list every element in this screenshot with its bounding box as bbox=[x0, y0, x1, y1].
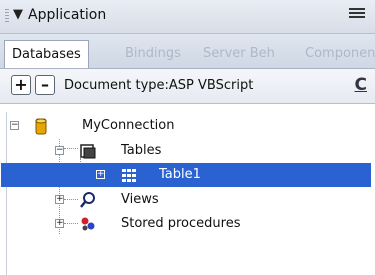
drag-grip-icon[interactable] bbox=[5, 9, 9, 23]
application-panel: ▼ Application Databases Bindings Server … bbox=[0, 0, 375, 275]
table-icon bbox=[122, 169, 136, 182]
panel-tabs: Databases Bindings Server Beh Component bbox=[0, 34, 375, 69]
panel-title-bar[interactable]: ▼ Application bbox=[0, 0, 375, 34]
tree-item-myconnection[interactable]: − MyConnection bbox=[7, 114, 370, 138]
collapse-toggle-icon[interactable]: − bbox=[10, 121, 19, 130]
tree-item-tables[interactable]: − Tables bbox=[7, 139, 370, 163]
tree-item-label: Stored procedures bbox=[121, 216, 241, 231]
add-button[interactable]: + bbox=[11, 75, 31, 95]
tab-bindings[interactable]: Bindings bbox=[118, 40, 188, 67]
tree-item-label: Table1 bbox=[159, 167, 201, 182]
tree-item-label: Views bbox=[121, 192, 159, 207]
database-tree: − MyConnection − Tables + Table1 + Views… bbox=[1, 112, 371, 275]
document-type-label: Document type:ASP VBScript bbox=[64, 78, 254, 93]
tables-icon bbox=[80, 144, 96, 159]
collapse-arrow-icon[interactable]: ▼ bbox=[13, 7, 23, 22]
tab-server-behaviors[interactable]: Server Beh bbox=[196, 40, 282, 67]
tree-item-label: MyConnection bbox=[82, 118, 175, 133]
stored-procedures-icon bbox=[81, 217, 95, 231]
collapse-toggle-icon[interactable]: − bbox=[55, 146, 64, 155]
panel-title: Application bbox=[28, 7, 107, 23]
expand-toggle-icon[interactable]: + bbox=[55, 219, 64, 228]
tree-item-stored-procedures[interactable]: + Stored procedures bbox=[7, 212, 370, 236]
expand-toggle-icon[interactable]: + bbox=[96, 170, 105, 179]
remove-button[interactable]: – bbox=[35, 75, 55, 95]
tree-item-table1[interactable]: + Table1 bbox=[1, 163, 371, 187]
tree-item-label: Tables bbox=[121, 143, 162, 158]
database-icon bbox=[35, 118, 47, 135]
tab-databases[interactable]: Databases bbox=[4, 40, 89, 68]
panel-options-menu-icon[interactable] bbox=[349, 8, 365, 22]
expand-toggle-icon[interactable]: + bbox=[55, 195, 64, 204]
tab-components[interactable]: Component bbox=[298, 40, 375, 67]
refresh-icon[interactable]: C bbox=[355, 75, 367, 95]
tree-item-views[interactable]: + Views bbox=[7, 188, 370, 212]
toolbar: + – Document type:ASP VBScript C bbox=[0, 69, 375, 104]
views-icon bbox=[80, 192, 95, 208]
